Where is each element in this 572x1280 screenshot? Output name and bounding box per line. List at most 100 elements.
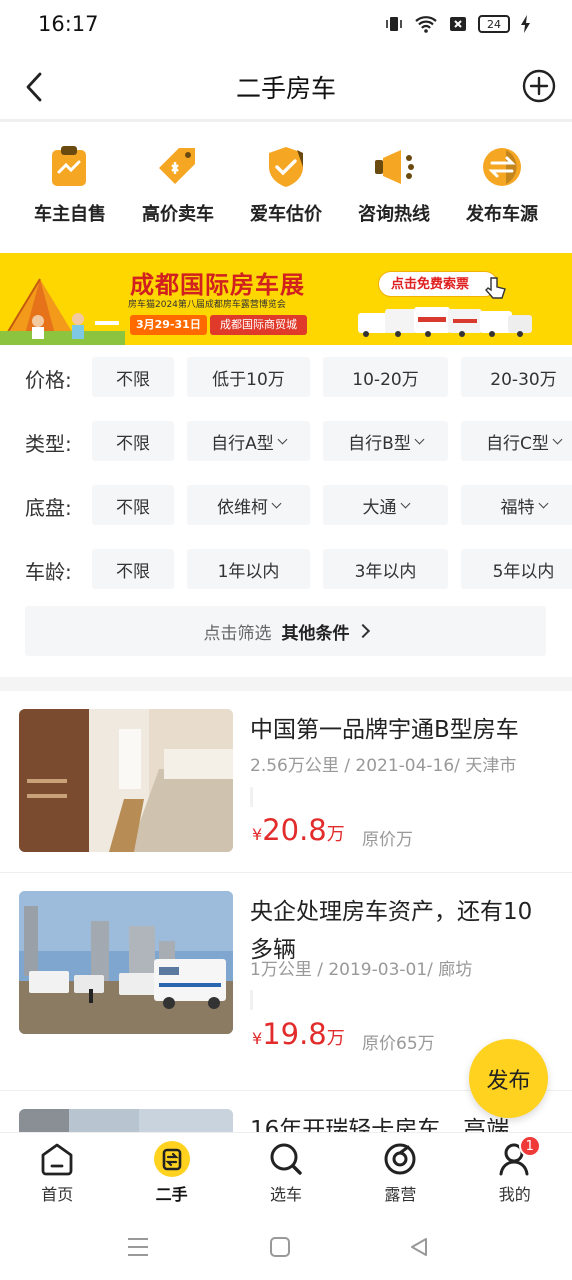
system-navigation-bar xyxy=(0,1214,572,1280)
filter-label: 车龄: xyxy=(25,560,72,584)
filter-option[interactable]: 20-30万 xyxy=(461,357,572,397)
app-screen: 16:17 24 二手房车 车主自售 高价卖车 爱车估价 咨询热线 发布车源 成… xyxy=(0,0,572,1280)
notification-badge: 1 xyxy=(518,1135,541,1157)
listing-card[interactable]: 中国第一品牌宇通B型房车 2.56万公里 / 2021-04-16/ 天津市 ¥… xyxy=(0,691,572,873)
rv-fleet-illustration xyxy=(358,307,532,337)
listing-original-price: 原价万 xyxy=(362,830,413,850)
camp-icon xyxy=(382,1141,418,1177)
banner-cta-button[interactable]: 点击免费索票 xyxy=(378,271,499,297)
listing-tags xyxy=(250,787,253,807)
filter-option-text: 自行B型 xyxy=(348,433,411,454)
more-filters-button[interactable]: 点击筛选 其他条件 xyxy=(25,606,546,656)
filter-option[interactable]: 低于10万 xyxy=(187,357,310,397)
nav-item-camp[interactable]: 露营 xyxy=(343,1133,457,1214)
filter-option-text: 20-30万 xyxy=(490,369,557,390)
chevron-down-icon xyxy=(277,434,288,444)
price-currency: ¥ xyxy=(252,825,263,844)
listing-photo xyxy=(19,709,233,852)
home-button-icon[interactable] xyxy=(269,1236,291,1258)
status-icons: 24 xyxy=(384,14,532,34)
listing-tags xyxy=(250,990,253,1010)
quick-action-hotline[interactable]: 咨询热线 xyxy=(340,140,448,240)
quick-action-label: 爱车估价 xyxy=(250,204,322,225)
more-filters-label: 其他条件 xyxy=(281,623,350,644)
filter-option-text: 5年以内 xyxy=(492,561,555,582)
listing-title: 中国第一品牌宇通B型房车 xyxy=(250,717,519,743)
nav-label: 二手 xyxy=(155,1185,188,1204)
filter-dropdown[interactable]: 福特 xyxy=(461,485,572,525)
recents-icon[interactable] xyxy=(126,1236,150,1258)
back-button-icon[interactable] xyxy=(408,1236,430,1258)
filter-option[interactable]: 不限 xyxy=(92,421,174,461)
price-unit: 万 xyxy=(326,1028,345,1049)
price-value: 20.8 xyxy=(262,813,327,847)
listing-meta: 1万公里 / 2019-03-01/ 廊坊 xyxy=(250,960,473,980)
filter-panel: 价格: 不限 低于10万 10-20万 20-30万 类型: 不限 自行A型 自… xyxy=(0,352,572,608)
price-unit: 万 xyxy=(326,824,345,845)
nav-label: 选车 xyxy=(269,1185,302,1204)
nav-label: 首页 xyxy=(41,1185,74,1204)
filter-option-text: 不限 xyxy=(116,497,150,518)
filter-label: 类型: xyxy=(25,432,72,456)
wifi-icon xyxy=(415,16,437,33)
filter-option-text: 福特 xyxy=(500,497,535,518)
chevron-down-icon xyxy=(414,434,425,444)
quick-action-self-sell[interactable]: 车主自售 xyxy=(16,140,124,240)
quick-action-label: 咨询热线 xyxy=(358,204,430,225)
chevron-down-icon xyxy=(538,498,548,508)
quick-action-label: 高价卖车 xyxy=(142,204,214,225)
clipboard-chart-icon xyxy=(47,144,93,190)
publish-fab[interactable]: 发布 xyxy=(469,1039,548,1118)
filter-row-age: 车龄: 不限 1年以内 3年以内 5年以内 xyxy=(0,544,572,608)
filter-dropdown[interactable]: 大通 xyxy=(323,485,448,525)
filter-dropdown[interactable]: 依维柯 xyxy=(187,485,310,525)
filter-option[interactable]: 不限 xyxy=(92,549,174,589)
nav-item-browse[interactable]: 选车 xyxy=(229,1133,343,1214)
listing-photo xyxy=(19,1109,233,1132)
bottom-nav: 首页 二手 选车 露营 1 我的 xyxy=(0,1132,572,1214)
price-tag-icon xyxy=(155,144,201,190)
quick-action-label: 发布车源 xyxy=(466,204,538,225)
filter-dropdown[interactable]: 自行C型 xyxy=(461,421,572,461)
top-bar: 二手房车 xyxy=(0,55,572,119)
home-icon xyxy=(39,1141,75,1177)
nav-item-home[interactable]: 首页 xyxy=(0,1133,114,1214)
price-value: 19.8 xyxy=(262,1017,327,1051)
filter-row-type: 类型: 不限 自行A型 自行B型 自行C型 xyxy=(0,416,572,480)
filter-option-text: 不限 xyxy=(116,369,150,390)
filter-row-price: 价格: 不限 低于10万 10-20万 20-30万 xyxy=(0,352,572,416)
filter-option[interactable]: 不限 xyxy=(92,485,174,525)
quick-action-publish[interactable]: 发布车源 xyxy=(448,140,556,240)
promo-banner[interactable]: 成都国际房车展 房车猫2024第八届成都房车露营博览会 3月29-31日 成都国… xyxy=(0,253,572,345)
header-divider xyxy=(0,119,572,122)
nav-item-secondhand[interactable]: 二手 xyxy=(114,1133,228,1214)
banner-date: 3月29-31日 xyxy=(130,315,207,335)
filter-option-text: 不限 xyxy=(116,561,150,582)
filter-row-chassis: 底盘: 不限 依维柯 大通 福特 xyxy=(0,480,572,544)
filter-option[interactable]: 不限 xyxy=(92,357,174,397)
banner-title: 成都国际房车展 xyxy=(130,271,305,299)
page-title: 二手房车 xyxy=(235,74,336,103)
filter-option-text: 大通 xyxy=(362,497,397,518)
quick-actions: 车主自售 高价卖车 爱车估价 咨询热线 发布车源 xyxy=(0,140,572,240)
charging-icon xyxy=(521,15,530,33)
filter-dropdown[interactable]: 自行B型 xyxy=(323,421,448,461)
filter-dropdown[interactable]: 自行A型 xyxy=(187,421,310,461)
battery-level: 24 xyxy=(487,17,501,31)
filter-option[interactable]: 5年以内 xyxy=(461,549,572,589)
add-circle-icon[interactable] xyxy=(522,69,556,103)
filter-option[interactable]: 10-20万 xyxy=(323,357,448,397)
banner-subtitle: 房车猫2024第八届成都房车露营博览会 xyxy=(128,300,286,310)
nav-item-profile[interactable]: 1 我的 xyxy=(458,1133,572,1214)
filter-option-text: 依维柯 xyxy=(217,497,268,518)
filter-option[interactable]: 1年以内 xyxy=(187,549,310,589)
quick-action-valuation[interactable]: 爱车估价 xyxy=(232,140,340,240)
filter-option[interactable]: 3年以内 xyxy=(323,549,448,589)
quick-action-sell-high[interactable]: 高价卖车 xyxy=(124,140,232,240)
listing-price: ¥19.8万 xyxy=(252,1017,345,1051)
filter-option-text: 低于10万 xyxy=(212,369,285,390)
filter-option-text: 10-20万 xyxy=(352,369,419,390)
chevron-down-icon xyxy=(552,434,563,444)
section-divider xyxy=(0,677,572,691)
listing-meta: 2.56万公里 / 2021-04-16/ 天津市 xyxy=(250,756,517,776)
